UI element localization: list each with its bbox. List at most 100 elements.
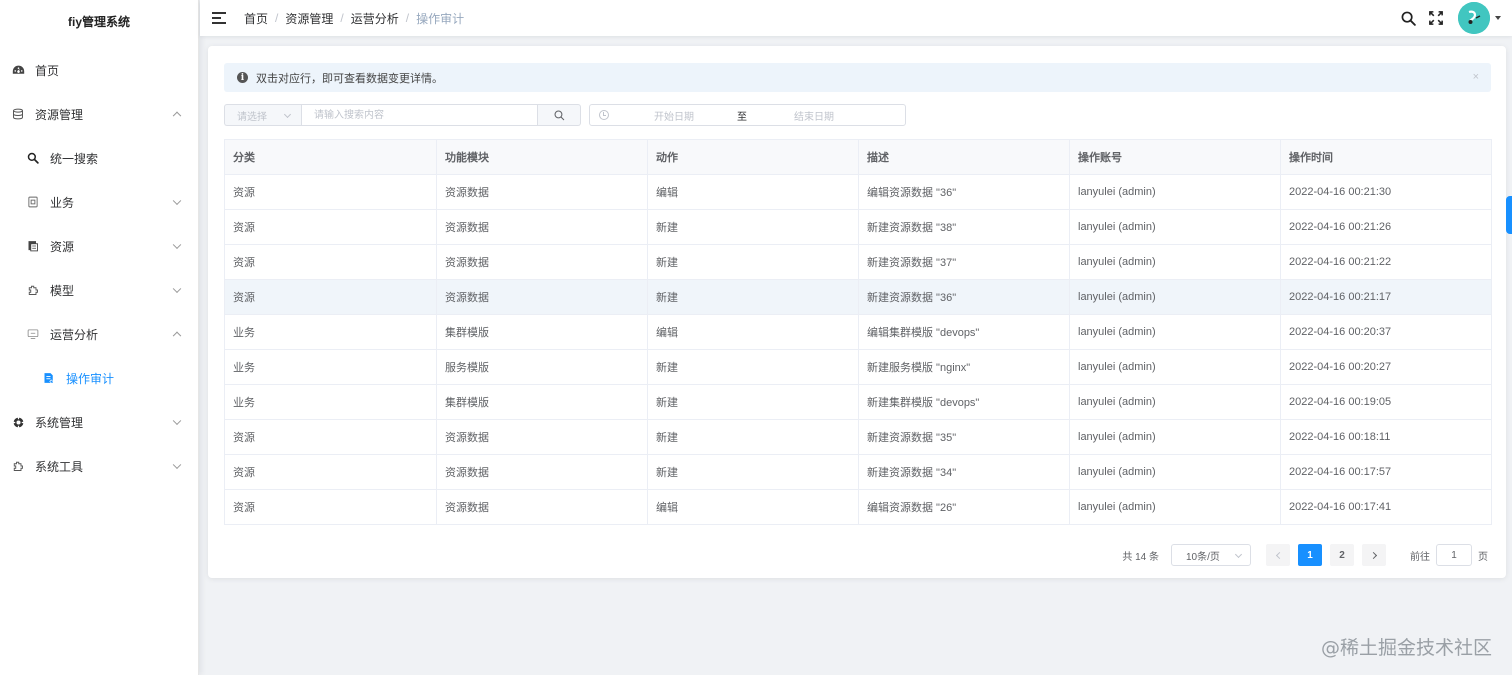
pagination: 共 14 条 10条/页 1 2 前往 页: [1122, 544, 1488, 566]
cell-category: 资源: [224, 209, 437, 245]
cell-description: 新建集群模版 "devops": [858, 384, 1070, 420]
cell-category: 资源: [224, 279, 437, 315]
search-button[interactable]: [538, 104, 581, 126]
search-input[interactable]: [301, 104, 538, 126]
column-header-module: 功能模块: [436, 139, 648, 175]
sidebar-item-business[interactable]: 业务: [0, 180, 198, 224]
watermark: @稀土掘金技术社区: [1320, 637, 1492, 659]
cell-module: 资源数据: [436, 419, 648, 455]
sidebar-item-label: 操作审计: [66, 371, 115, 386]
jump-page-input[interactable]: [1436, 544, 1472, 566]
cell-module: 资源数据: [436, 454, 648, 490]
chevron-up-icon: [172, 331, 182, 341]
sidebar-item-home[interactable]: 首页: [0, 48, 198, 92]
sidebar-item-label: 系统工具: [35, 459, 84, 474]
settings-drawer-handle[interactable]: [1506, 196, 1512, 234]
sidebar-item-label: 首页: [35, 63, 60, 78]
cell-time: 2022-04-16 00:18:11: [1280, 419, 1492, 455]
cell-action: 新建: [647, 279, 859, 315]
sidebar-item-label: 资源管理: [35, 107, 84, 122]
table-row[interactable]: 资源 资源数据 编辑 编辑资源数据 "26" lanyulei (admin) …: [224, 489, 1492, 525]
system-gear-icon: [11, 415, 25, 429]
breadcrumb-separator: /: [405, 11, 410, 25]
cell-action: 编辑: [647, 314, 859, 350]
table-header-row: 分类 功能模块 动作 描述 操作账号 操作时间: [224, 139, 1492, 175]
breadcrumb-separator: /: [275, 11, 279, 25]
cell-time: 2022-04-16 00:17:41: [1280, 489, 1492, 525]
top-navbar: 首页 / 资源管理 / 运营分析 / 操作审计: [200, 0, 1512, 36]
chevron-right-icon: [1369, 551, 1377, 559]
cell-module: 服务模版: [436, 349, 648, 385]
chevron-up-icon: [172, 111, 182, 121]
date-range-picker[interactable]: 开始日期 至 结束日期: [589, 104, 906, 126]
search-field-select[interactable]: 请选择: [224, 104, 301, 126]
sidebar-item-operations-analysis[interactable]: 运营分析: [0, 312, 198, 356]
cell-account: lanyulei (admin): [1069, 174, 1281, 210]
sidebar-item-label: 运营分析: [50, 327, 99, 342]
table-row[interactable]: 资源 资源数据 新建 新建资源数据 "37" lanyulei (admin) …: [224, 244, 1492, 280]
column-header-category: 分类: [224, 139, 437, 175]
fullscreen-icon[interactable]: [1428, 10, 1444, 26]
sidebar-item-model[interactable]: 模型: [0, 268, 198, 312]
cell-category: 资源: [224, 174, 437, 210]
breadcrumb-item-home[interactable]: 首页: [244, 10, 268, 27]
page-size-value: 10条/页: [1186, 551, 1220, 563]
tool-icon: [11, 459, 25, 473]
sidebar-item-label: 系统管理: [35, 415, 84, 430]
cell-account: lanyulei (admin): [1069, 419, 1281, 455]
table-row[interactable]: 资源 资源数据 新建 新建资源数据 "38" lanyulei (admin) …: [224, 209, 1492, 245]
cell-time: 2022-04-16 00:20:37: [1280, 314, 1492, 350]
sidebar-menu: 首页 资源管理 统一搜索 业务 资源 模型 运营分析 操作审计 系统管理 系统工…: [0, 48, 198, 488]
chevron-down-icon: [283, 110, 292, 119]
sidebar: fiy管理系统 首页 资源管理 统一搜索 业务 资源 模型 运营分析 操作审计 …: [0, 0, 199, 675]
cell-description: 编辑集群模版 "devops": [858, 314, 1070, 350]
cell-module: 资源数据: [436, 489, 648, 525]
sidebar-item-system-management[interactable]: 系统管理: [0, 400, 198, 444]
page-button-2[interactable]: 2: [1330, 544, 1354, 566]
sidebar-item-unified-search[interactable]: 统一搜索: [0, 136, 198, 180]
table-row[interactable]: 业务 集群模版 编辑 编辑集群模版 "devops" lanyulei (adm…: [224, 314, 1492, 350]
jump-label: 前往: [1410, 551, 1430, 563]
caret-down-icon[interactable]: [1495, 16, 1501, 20]
table-row[interactable]: 资源 资源数据 新建 新建资源数据 "35" lanyulei (admin) …: [224, 419, 1492, 455]
column-header-account: 操作账号: [1069, 139, 1281, 175]
prev-page-button[interactable]: [1266, 544, 1290, 566]
date-end-placeholder[interactable]: 结束日期: [774, 108, 854, 123]
table-row-hovered[interactable]: 资源 资源数据 新建 新建资源数据 "36" lanyulei (admin) …: [224, 279, 1492, 315]
page-button-1[interactable]: 1: [1298, 544, 1322, 566]
cell-time: 2022-04-16 00:20:27: [1280, 349, 1492, 385]
info-alert: i 双击对应行，即可查看数据变更详情。 ×: [224, 63, 1491, 92]
breadcrumb-item-resource-management[interactable]: 资源管理: [285, 10, 333, 27]
chevron-down-icon: [172, 416, 182, 426]
jump-suffix: 页: [1478, 551, 1488, 563]
date-start-placeholder[interactable]: 开始日期: [634, 108, 714, 123]
breadcrumb-separator: /: [340, 11, 344, 25]
table-row[interactable]: 业务 集群模版 新建 新建集群模版 "devops" lanyulei (adm…: [224, 384, 1492, 420]
next-page-button[interactable]: [1362, 544, 1386, 566]
date-range-separator: 至: [737, 111, 747, 123]
menu-toggle-icon[interactable]: [212, 12, 226, 24]
sidebar-item-resource-management[interactable]: 资源管理: [0, 92, 198, 136]
header-search-icon[interactable]: [1400, 10, 1416, 26]
cell-category: 业务: [224, 314, 437, 350]
cell-time: 2022-04-16 00:21:22: [1280, 244, 1492, 280]
cell-account: lanyulei (admin): [1069, 244, 1281, 280]
table-row[interactable]: 业务 服务模版 新建 新建服务模版 "nginx" lanyulei (admi…: [224, 349, 1492, 385]
info-icon: i: [237, 72, 248, 83]
cell-action: 编辑: [647, 489, 859, 525]
sidebar-item-system-tools[interactable]: 系统工具: [0, 444, 198, 488]
cell-action: 新建: [647, 244, 859, 280]
cell-time: 2022-04-16 00:17:57: [1280, 454, 1492, 490]
chevron-down-icon: [172, 240, 182, 250]
close-icon[interactable]: ×: [1473, 71, 1479, 83]
page-size-select[interactable]: 10条/页: [1171, 544, 1251, 566]
breadcrumb-item-operations-analysis[interactable]: 运营分析: [351, 10, 399, 27]
sidebar-item-resource[interactable]: 资源: [0, 224, 198, 268]
table-row[interactable]: 资源 资源数据 编辑 编辑资源数据 "36" lanyulei (admin) …: [224, 174, 1492, 210]
column-header-description: 描述: [858, 139, 1070, 175]
table-row[interactable]: 资源 资源数据 新建 新建资源数据 "34" lanyulei (admin) …: [224, 454, 1492, 490]
sidebar-item-operation-audit[interactable]: 操作审计: [0, 356, 198, 400]
app-title: fiy管理系统: [67, 15, 130, 29]
user-avatar[interactable]: [1458, 2, 1490, 34]
cell-module: 集群模版: [436, 384, 648, 420]
